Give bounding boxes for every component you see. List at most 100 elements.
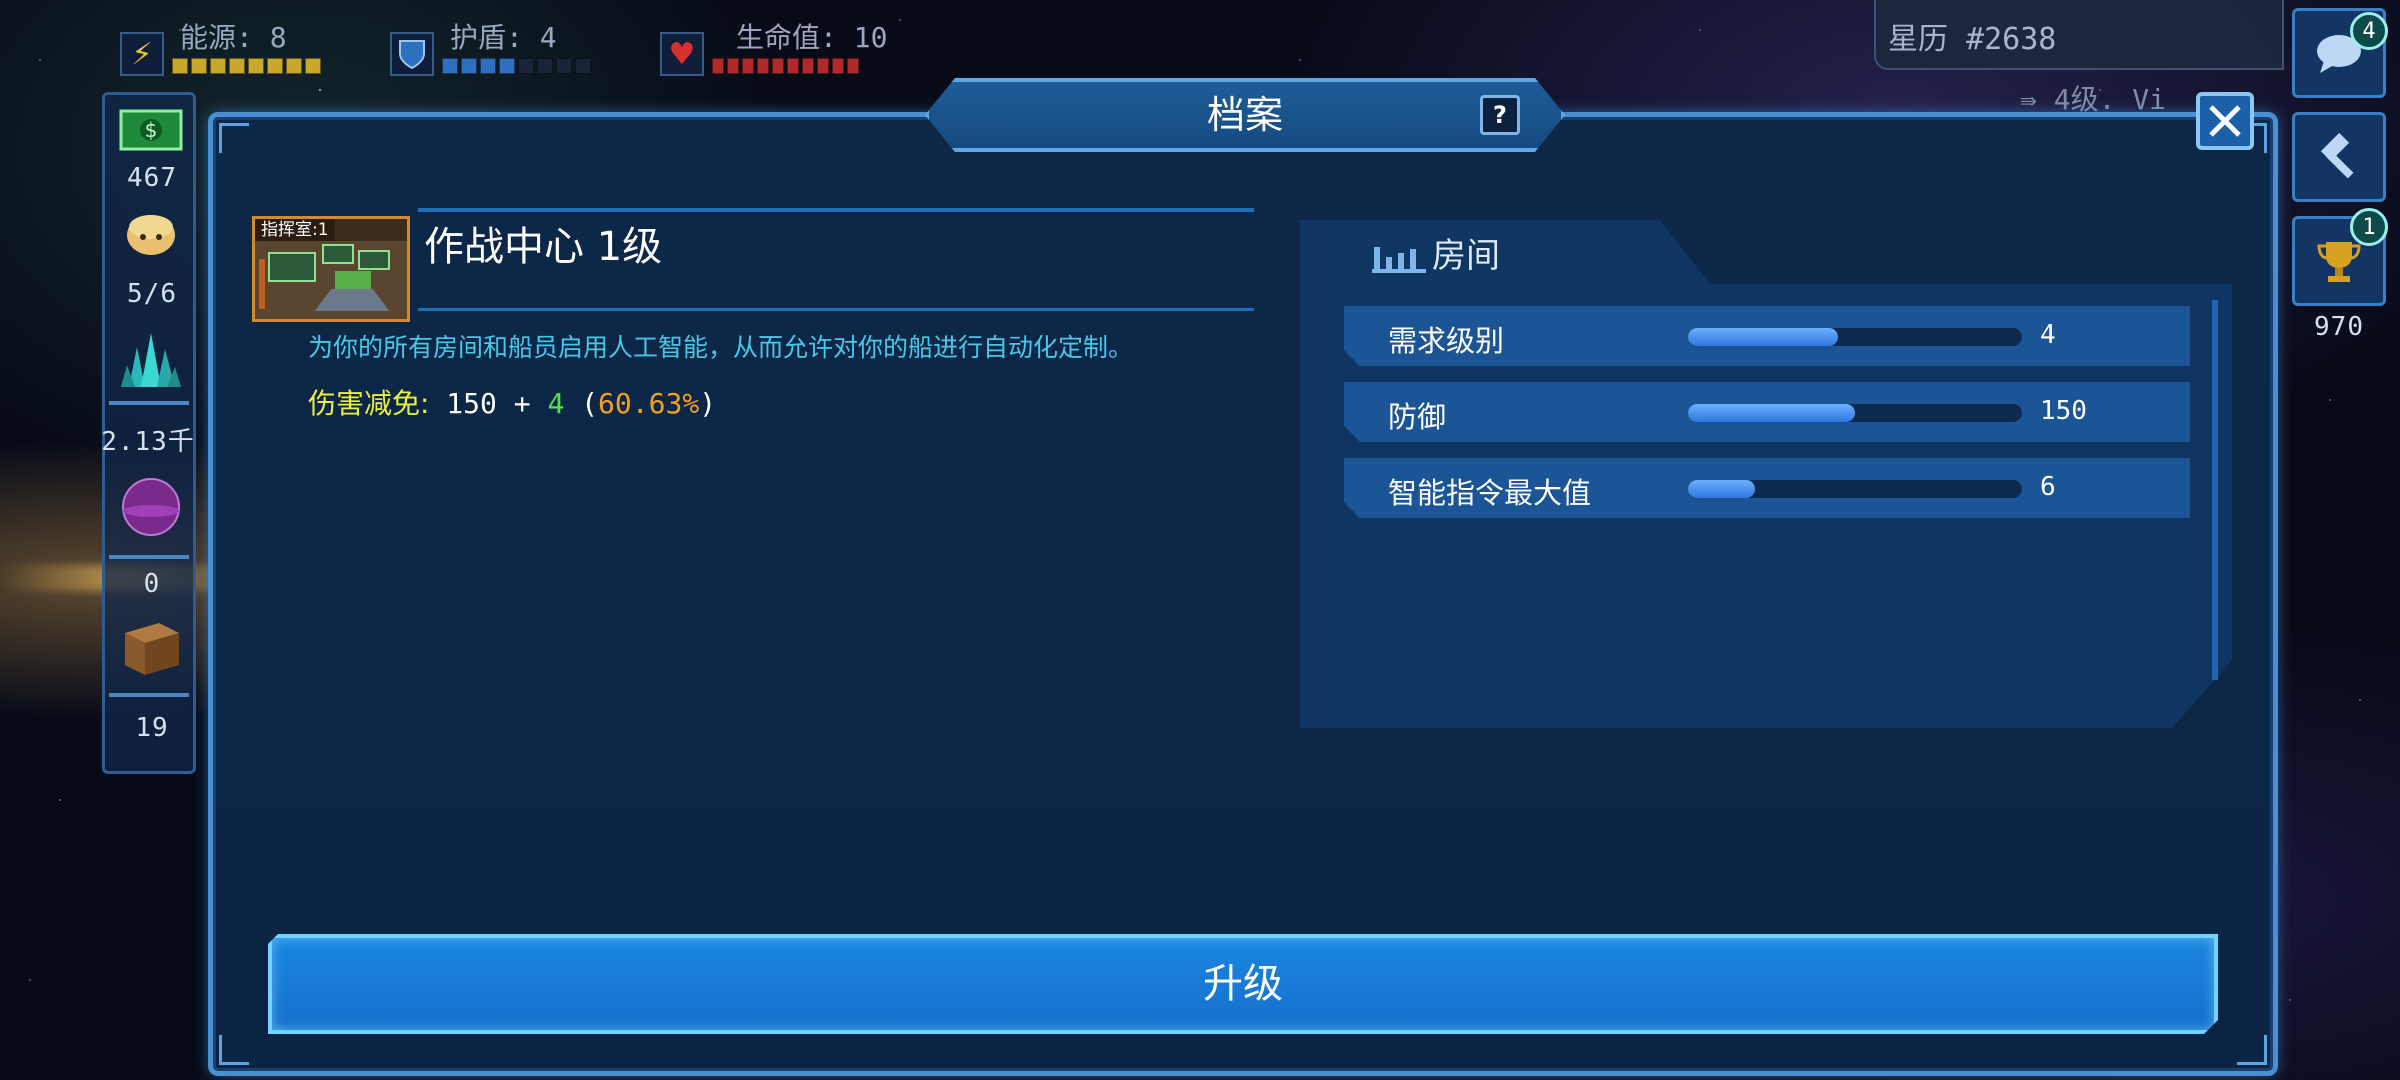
money-value: 467 (127, 163, 177, 193)
stat-row: 需求级别 4 (1344, 306, 2190, 366)
energy-bar-segment (229, 58, 245, 74)
gas-separator (109, 555, 189, 559)
crew-value: 5/6 (127, 279, 177, 309)
shield-bar-segment (518, 58, 534, 74)
stat-bar (1688, 480, 2022, 498)
damage-open-paren: ( (581, 387, 599, 420)
shield-bar-segment (480, 58, 496, 74)
room-image[interactable]: 指挥室:1 (252, 216, 410, 322)
gas-value: 0 (143, 569, 161, 599)
shield-bar-segment (537, 58, 553, 74)
close-button[interactable] (2196, 92, 2254, 150)
build-button[interactable] (2292, 112, 2386, 202)
shield-stat[interactable]: 护盾: 4 (390, 12, 650, 82)
stardate-panel: 星历 #2638 (1874, 0, 2284, 70)
health-bar-segment (817, 58, 829, 74)
damage-reduction: 伤害减免: 150 + 4 (60.63%) (308, 382, 716, 422)
panel-title: 档案 (1206, 93, 1283, 137)
help-button[interactable]: ? (1480, 95, 1520, 135)
chat-badge: 4 (2350, 12, 2388, 50)
energy-bar (172, 58, 321, 74)
mineral-separator (109, 401, 189, 405)
name-underline (418, 308, 1254, 311)
trophy-badge: 1 (2350, 208, 2388, 246)
energy-bar-segment (305, 58, 321, 74)
stats-panel-edge (2212, 300, 2218, 680)
stat-value: 150 (2040, 396, 2087, 426)
shield-bar-segment (442, 58, 458, 74)
health-bar-segment (787, 58, 799, 74)
title-bar-content: 档案 ? (925, 78, 1565, 152)
upgrade-label: 升级 (1203, 961, 1283, 1007)
gas-icon[interactable] (119, 475, 183, 537)
panel-corner (219, 1035, 249, 1065)
health-bar-segment (772, 58, 784, 74)
room-description: 为你的所有房间和船员启用人工智能，从而允许对你的船进行自动化定制。 (308, 333, 1134, 362)
health-bar-segment (847, 58, 859, 74)
stat-bar (1688, 404, 2022, 422)
stat-bar-fill (1688, 480, 1755, 498)
hammer-icon (2320, 132, 2354, 179)
room-name: 作战中心 1级 (424, 224, 663, 270)
shield-label: 护盾: 4 (450, 21, 557, 54)
damage-base: 150 (446, 387, 497, 420)
damage-label: 伤害减免: (308, 387, 430, 420)
supply-crate-icon[interactable] (119, 615, 183, 677)
stat-bar (1688, 328, 2022, 346)
stat-bar-fill (1688, 404, 1855, 422)
health-bar-segment (742, 58, 754, 74)
damage-close-paren: ) (699, 387, 717, 420)
health-stat[interactable]: ♥ 生命值: 10 (660, 12, 940, 82)
energy-bar-segment (210, 58, 226, 74)
stat-name: 需求级别 (1388, 324, 1505, 358)
stat-row: 智能指令最大值 6 (1344, 458, 2190, 518)
stat-bar-fill (1688, 328, 1838, 346)
supply-separator (109, 693, 189, 697)
stat-row: 防御 150 (1344, 382, 2190, 442)
resource-column: $ 467 5/6 2.13千 0 19 (101, 92, 196, 774)
svg-text:$: $ (145, 118, 158, 142)
stat-value: 6 (2040, 472, 2056, 502)
panel-corner (2237, 1035, 2267, 1065)
money-icon[interactable]: $ (119, 105, 183, 167)
close-icon (2209, 105, 2241, 137)
health-bar-segment (802, 58, 814, 74)
damage-plus: + (513, 387, 531, 420)
stats-header: 房间 (1372, 228, 1500, 277)
shield-bar-segment (575, 58, 591, 74)
stat-name: 智能指令最大值 (1388, 476, 1592, 510)
damage-percent: 60.63% (598, 387, 700, 420)
stat-name: 防御 (1388, 400, 1447, 434)
crew-icon[interactable] (119, 207, 183, 269)
damage-bonus: 4 (547, 387, 565, 420)
trophy-icon (2317, 242, 2361, 282)
upgrade-button[interactable]: 升级 (268, 934, 2218, 1034)
energy-bar-segment (267, 58, 283, 74)
health-bar-segment (757, 58, 769, 74)
shield-icon (390, 32, 434, 76)
heart-icon: ♥ (660, 32, 704, 76)
health-bar (712, 58, 859, 74)
health-bar-segment (832, 58, 844, 74)
energy-bar-segment (286, 58, 302, 74)
energy-bar-segment (172, 58, 188, 74)
trophy-count: 970 (2314, 312, 2364, 342)
title-divider (418, 208, 1254, 212)
mineral-icon[interactable] (119, 327, 183, 389)
health-bar-segment (727, 58, 739, 74)
energy-bar-segment (191, 58, 207, 74)
shield-bar-segment (556, 58, 572, 74)
shield-bar-segment (461, 58, 477, 74)
room-tag: 指挥室:1 (255, 219, 335, 241)
energy-bar-segment (248, 58, 264, 74)
health-label: 生命值: 10 (736, 21, 888, 54)
shield-bar-segment (499, 58, 515, 74)
supply-value: 19 (135, 713, 169, 743)
bar-chart-icon (1372, 246, 1426, 273)
panel-corner (219, 123, 249, 153)
energy-label: 能源: 8 (180, 21, 287, 54)
mineral-value: 2.13千 (101, 427, 195, 457)
stardate-text: 星历 #2638 (1888, 22, 2057, 57)
energy-stat[interactable]: ⚡ 能源: 8 (120, 12, 380, 82)
lightning-icon: ⚡ (120, 32, 164, 76)
